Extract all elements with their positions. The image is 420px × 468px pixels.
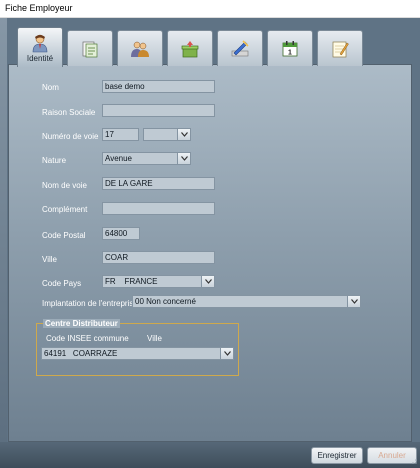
chevron-down-icon[interactable] [177, 153, 190, 164]
resize-grip-icon[interactable] [408, 455, 418, 465]
complement-field[interactable] [102, 202, 215, 215]
tools-icon [231, 39, 249, 56]
nature-label: Nature [42, 156, 67, 165]
calendar-icon: 1 [282, 40, 298, 56]
code-pays-label: Code Pays [42, 279, 82, 288]
tab-group[interactable] [117, 30, 163, 66]
implantation-label: Implantation de l'entreprise [42, 299, 138, 308]
ville-field[interactable]: COAR [102, 251, 215, 264]
ville-label: Ville [42, 255, 57, 264]
chevron-down-icon[interactable] [347, 296, 360, 307]
nom-voie-field[interactable]: DE LA GARE [102, 177, 215, 190]
tab-identite-label: Identité [26, 53, 54, 63]
notepad-icon [332, 41, 349, 57]
complement-label: Complément [42, 205, 88, 214]
tab-notepad[interactable] [317, 30, 363, 66]
implantation-value: 00 Non concerné [135, 297, 196, 306]
group-icon [131, 41, 149, 57]
raison-sociale-field[interactable] [102, 104, 215, 117]
tab-tools[interactable] [217, 30, 263, 66]
centre-distributeur-combo[interactable]: 64191 COARRAZE [41, 347, 234, 360]
svg-text:1: 1 [288, 49, 292, 56]
person-icon [32, 34, 48, 52]
nature-combo[interactable]: Avenue [102, 152, 191, 165]
code-insee-header: Code INSEE commune [46, 334, 129, 343]
nature-value: Avenue [105, 154, 132, 163]
code-postal-field[interactable]: 64800 [102, 227, 140, 240]
window-title: Fiche Employeur [0, 0, 420, 18]
raison-sociale-label: Raison Sociale [42, 108, 96, 117]
nom-voie-label: Nom de voie [42, 181, 87, 190]
code-pays-combo[interactable]: FR FRANCE [102, 275, 215, 288]
code-postal-label: Code Postal [42, 231, 86, 240]
chevron-down-icon[interactable] [220, 348, 233, 359]
save-button[interactable]: Enregistrer [311, 447, 363, 464]
nom-label: Nom [42, 83, 59, 92]
chevron-down-icon[interactable] [177, 129, 190, 140]
centre-distributeur-value: 64191 COARRAZE [44, 349, 118, 358]
numero-voie-suffix-combo[interactable] [143, 128, 191, 141]
code-pays-value: FR FRANCE [105, 277, 158, 286]
chevron-down-icon[interactable] [201, 276, 214, 287]
tab-calendar[interactable]: 1 [267, 30, 313, 66]
numero-voie-label: Numéro de voie [42, 132, 99, 141]
left-splitter[interactable] [0, 18, 7, 442]
tab-identite[interactable]: Identité [17, 27, 63, 67]
implantation-combo[interactable]: 00 Non concerné [132, 295, 361, 308]
numero-voie-field[interactable]: 17 [102, 128, 139, 141]
tab-documents[interactable] [67, 30, 113, 66]
tab-box[interactable] [167, 30, 213, 66]
box-icon [181, 40, 199, 57]
ville-header: Ville [147, 334, 162, 343]
documents-icon [82, 41, 98, 57]
nom-field[interactable]: base demo [102, 80, 215, 93]
centre-distributeur-legend: Centre Distributeur [43, 319, 120, 328]
